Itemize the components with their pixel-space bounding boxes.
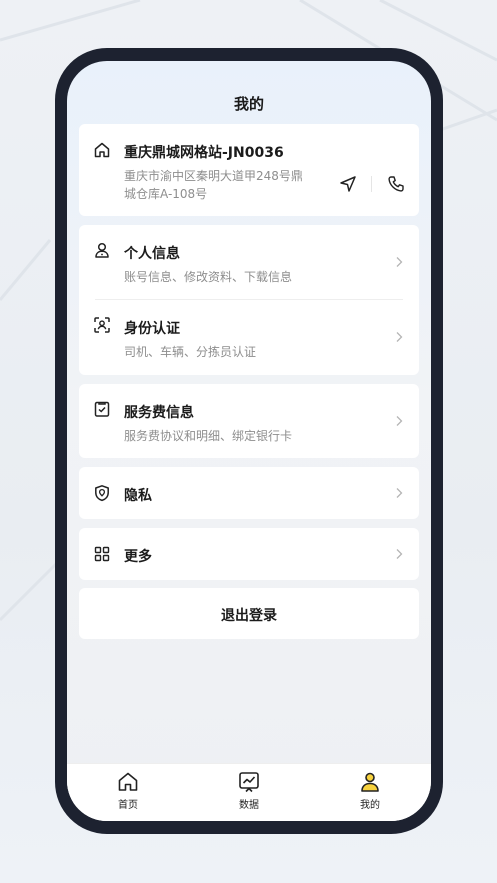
- service-fee-row[interactable]: 服务费信息 服务费协议和明细、绑定银行卡: [79, 384, 419, 458]
- station-address-line1: 重庆市渝中区秦明大道甲248号鼎: [124, 169, 303, 183]
- clipboard-check-icon: [93, 400, 111, 418]
- account-card: 个人信息 账号信息、修改资料、下载信息 身份认证 司机、车辆、分拣员认证: [79, 225, 419, 375]
- identity-auth-subtitle: 司机、车辆、分拣员认证: [124, 345, 257, 359]
- privacy-title: 隐私: [124, 488, 152, 504]
- identity-auth-row[interactable]: 身份认证 司机、车辆、分拣员认证: [79, 300, 419, 375]
- phone-icon[interactable]: [387, 175, 405, 193]
- user-icon: [93, 241, 111, 259]
- privacy-row[interactable]: 隐私: [79, 467, 419, 519]
- tab-home[interactable]: 首页: [88, 770, 168, 811]
- user-tab-icon: [361, 772, 379, 792]
- chevron-right-icon: [395, 548, 403, 560]
- logout-label: 退出登录: [221, 608, 277, 624]
- home-tab-icon: [118, 772, 138, 791]
- more-title: 更多: [124, 549, 152, 565]
- bottom-tab-bar: 首页 数据 我的: [67, 763, 431, 821]
- chart-tab-icon: [239, 772, 259, 793]
- station-name: 重庆鼎城网格站-JN0036: [124, 145, 284, 161]
- personal-info-subtitle: 账号信息、修改资料、下载信息: [124, 270, 293, 284]
- chevron-right-icon: [395, 331, 403, 343]
- grid-icon: [93, 545, 111, 563]
- station-card[interactable]: 重庆鼎城网格站-JN0036 重庆市渝中区秦明大道甲248号鼎 城仓库A-108…: [79, 124, 419, 216]
- face-scan-icon: [93, 316, 111, 334]
- station-address-line2: 城仓库A-108号: [124, 187, 208, 201]
- personal-info-row[interactable]: 个人信息 账号信息、修改资料、下载信息: [79, 225, 419, 299]
- chevron-right-icon: [395, 487, 403, 499]
- tab-mine[interactable]: 我的: [330, 770, 410, 811]
- tab-data-label: 数据: [239, 800, 259, 811]
- navigation-icon[interactable]: [339, 175, 357, 193]
- tab-mine-label: 我的: [360, 800, 380, 811]
- identity-auth-title: 身份认证: [124, 321, 180, 337]
- more-row[interactable]: 更多: [79, 528, 419, 580]
- chevron-right-icon: [395, 256, 403, 268]
- home-icon: [93, 141, 111, 159]
- logout-button[interactable]: 退出登录: [79, 588, 419, 639]
- service-fee-title: 服务费信息: [124, 405, 194, 421]
- page-title: 我的: [233, 95, 264, 113]
- tab-data[interactable]: 数据: [209, 770, 289, 811]
- shield-location-icon: [93, 484, 111, 502]
- tab-home-label: 首页: [118, 800, 138, 811]
- action-divider: [371, 176, 372, 192]
- personal-info-title: 个人信息: [124, 246, 180, 262]
- app-screen: 我的 重庆鼎城网格站-JN0036 重庆市渝中区秦明大道甲248号鼎 城仓库A-…: [67, 61, 431, 821]
- chevron-right-icon: [395, 415, 403, 427]
- service-fee-subtitle: 服务费协议和明细、绑定银行卡: [124, 429, 293, 443]
